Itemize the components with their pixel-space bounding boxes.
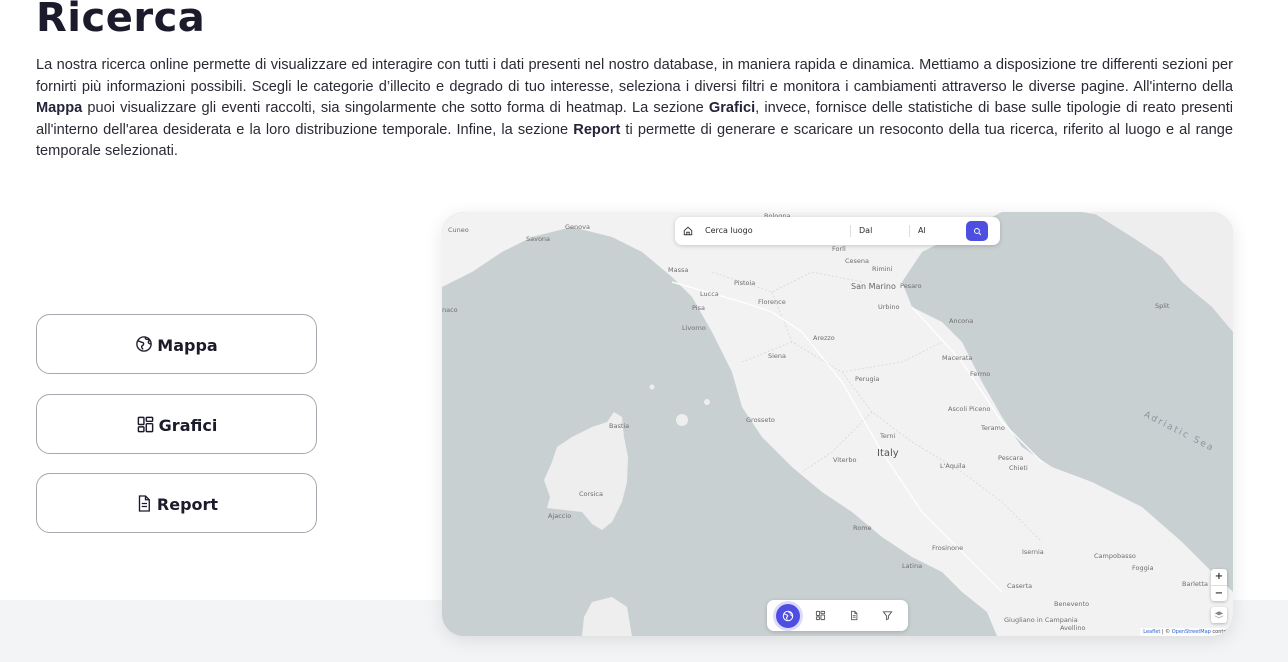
date-to-input[interactable]: Al [910,225,964,237]
intro-part: La nostra ricerca online permette di vis… [36,57,1233,95]
grafici-button[interactable]: Grafici [36,394,317,454]
map-label: Ancona [949,317,974,325]
map-label: Forlì [832,245,846,253]
map-label: Massa [668,266,689,274]
map-label: Ajaccio [548,512,572,520]
map-label: Campobasso [1094,552,1136,560]
grid-icon [816,610,826,621]
layers-icon [1214,611,1224,619]
zoom-control: + − [1211,569,1227,601]
intro-bold-mappa: Mappa [36,100,83,116]
map-label: Latina [902,562,923,570]
report-button[interactable]: Report [36,473,317,533]
toolbar-report-button[interactable] [842,604,866,628]
map-label: Arezzo [813,334,835,342]
map-label: Perugia [855,375,880,383]
map-label: Macerata [942,354,973,362]
zoom-in-button[interactable]: + [1211,569,1227,586]
map-label: Genova [565,223,590,231]
map-label: Fermo [970,370,991,378]
map-label: Cesena [845,257,870,265]
map-label: Foggia [1132,564,1154,572]
leaflet-link[interactable]: Leaflet [1143,629,1160,635]
map-label: Rome [853,524,872,532]
map-label: Rimini [872,265,893,273]
map-label: naco [442,306,458,314]
intro-part: puoi visualizzare gli eventi raccolti, s… [82,100,709,116]
grid-icon [136,415,155,434]
home-icon[interactable] [677,226,699,236]
mappa-button[interactable]: Mappa [36,314,317,374]
map-label: Ascoli Piceno [948,405,991,413]
map-label: Giugliano in Campania [1004,616,1078,624]
document-icon [135,494,153,513]
zoom-out-button[interactable]: − [1211,586,1227,602]
map-label: Terni [880,432,896,440]
page-title: Ricerca [36,0,206,41]
map-label: Teramo [981,424,1005,432]
map-label: Florence [758,298,786,306]
osm-link[interactable]: OpenStreetMap [1172,629,1211,635]
grafici-button-label: Grafici [158,415,218,435]
map-label: Frosinone [932,544,964,552]
map-label: Pescara [998,454,1024,462]
toolbar-map-button[interactable] [775,603,800,628]
map-label: Pesaro [900,282,922,290]
report-button-label: Report [156,494,219,514]
map-label: Livorno [682,324,706,332]
map-label: Siena [768,352,787,360]
map-label: Avellino [1060,624,1086,632]
globe-icon [782,610,793,621]
globe-icon [135,335,153,353]
map-label-country: Italy [877,448,899,459]
map-label: Savona [526,235,551,243]
search-button[interactable] [966,221,988,241]
filter-icon [882,611,893,621]
intro-bold-report: Report [573,121,621,138]
map-label: Corsica [579,490,603,498]
map-label: Lucca [700,290,719,298]
map-label: Split [1155,302,1170,310]
map-attribution: Leaflet | © OpenStreetMap contrib [1140,628,1233,636]
map-label: Barletta [1182,580,1208,588]
map-label: Urbino [878,303,900,311]
attribution-sep: | © [1160,629,1172,635]
map-label: Cuneo [448,226,469,234]
map-view[interactable]: Bologna Genova Cuneo Savona naco Forlì C… [442,212,1233,636]
map-label: Caserta [1007,582,1033,590]
map-label: Pistoia [734,279,756,287]
toolbar-charts-button[interactable] [809,604,833,628]
layers-button[interactable] [1211,607,1227,623]
location-search-input[interactable]: Cerca luogo [699,225,851,237]
map-label: Grosseto [746,416,775,424]
map-label: L'Aquila [940,462,966,470]
map-label: Pisa [692,304,705,312]
intro-bold-grafici: Grafici [708,100,756,116]
document-icon [851,610,858,621]
attribution-rest: contrib [1210,629,1230,635]
map-label: Viterbo [833,456,857,464]
map-label: Benevento [1054,600,1090,608]
map-label: Chieti [1009,464,1028,472]
intro-text: La nostra ricerca online permette di vis… [36,55,1233,163]
toolbar-filter-button[interactable] [875,604,899,628]
search-icon [973,227,981,235]
map-base-layer [442,212,1233,636]
map-search-bar: Cerca luogo Dal Al [675,217,1000,245]
map-label: San Marino [851,282,896,291]
date-from-input[interactable]: Dal [851,225,910,237]
map-toolbar [767,600,908,631]
map-label: Isernia [1022,548,1044,556]
map-label: Bastia [609,422,630,430]
mappa-button-label: Mappa [157,335,218,355]
